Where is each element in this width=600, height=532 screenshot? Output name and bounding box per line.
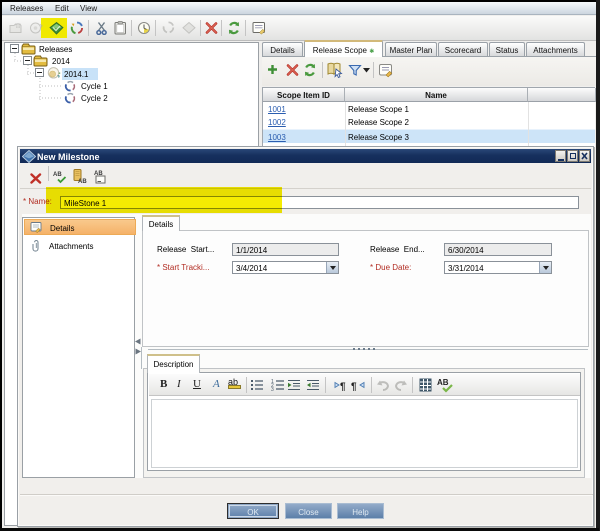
svg-text:AB: AB (78, 179, 87, 184)
svg-text:AB: AB (53, 172, 62, 178)
svg-text:¶: ¶ (340, 382, 346, 393)
svg-text:AB: AB (437, 378, 449, 387)
svg-text:3: 3 (271, 387, 274, 391)
svg-text:¶: ¶ (351, 382, 357, 393)
